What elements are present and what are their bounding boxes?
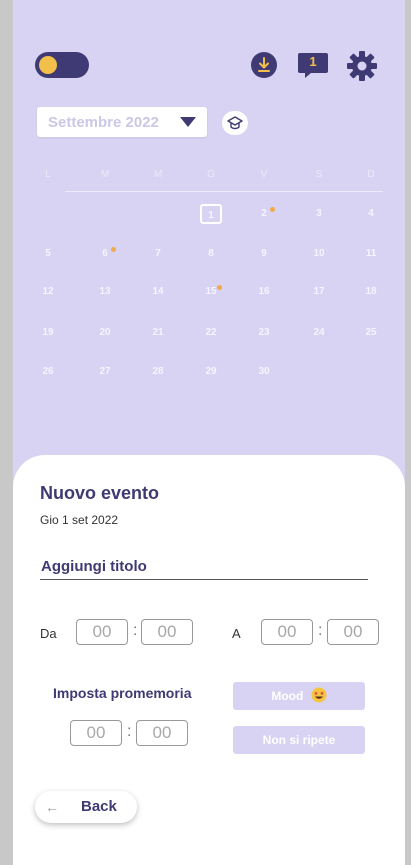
reminder-minutes-input[interactable]: 00 (136, 720, 188, 746)
gear-icon[interactable] (346, 50, 378, 82)
reminder-colon: : (127, 723, 132, 740)
mood-label: Mood (271, 689, 304, 703)
calendar-day[interactable]: 21 (146, 323, 170, 343)
month-dropdown[interactable]: Settembre 2022 (37, 107, 207, 137)
weekday-label: M (153, 169, 163, 180)
calendar-day[interactable]: 10 (307, 244, 331, 264)
star-eyes-emoji-icon (311, 687, 327, 703)
event-dot (217, 285, 222, 290)
weekday-label: L (45, 169, 51, 180)
calendar-day[interactable]: 17 (307, 282, 331, 302)
reminder-label: Imposta promemoria (53, 685, 192, 701)
event-title-input[interactable]: Aggiungi titolo (40, 555, 368, 580)
toggle-knob (39, 56, 57, 74)
calendar-day[interactable]: 3 (307, 204, 331, 224)
weekday-label: D (367, 169, 375, 180)
weekday-label: S (315, 169, 323, 180)
weekday-label: G (207, 169, 215, 180)
download-icon[interactable] (251, 52, 277, 78)
to-minutes-input[interactable]: 00 (327, 619, 379, 645)
calendar-day-today[interactable]: 1 (200, 204, 222, 224)
calendar-day[interactable]: 30 (252, 362, 276, 382)
calendar-day[interactable]: 20 (93, 323, 117, 343)
calendar-day[interactable]: 12 (36, 282, 60, 302)
weekday-label: M (100, 169, 110, 180)
calendar-day[interactable]: 16 (252, 282, 276, 302)
theme-toggle[interactable] (35, 52, 89, 78)
school-mode-button[interactable] (222, 111, 248, 135)
calendar-day[interactable]: 22 (199, 323, 223, 343)
mood-button[interactable]: Mood (233, 682, 365, 710)
calendar-day[interactable]: 29 (199, 362, 223, 382)
event-dot (270, 207, 275, 212)
event-date: Gio 1 set 2022 (40, 513, 119, 527)
calendar-day[interactable]: 7 (146, 244, 170, 264)
sheet-title: Nuovo evento (40, 483, 160, 503)
reminder-hours-input[interactable]: 00 (70, 720, 122, 746)
back-button[interactable]: ← Back (35, 791, 137, 823)
calendar-day[interactable]: 25 (359, 323, 383, 343)
event-title-placeholder: Aggiungi titolo (41, 558, 147, 575)
calendar-day[interactable]: 24 (307, 323, 331, 343)
calendar-day[interactable]: 27 (93, 362, 117, 382)
graduation-cap-icon (227, 116, 243, 130)
weekday-label: V (260, 169, 268, 180)
weekday-header: LMMGVSD (13, 169, 405, 185)
caret-down-icon (180, 117, 196, 127)
calendar-day[interactable]: 4 (359, 204, 383, 224)
arrow-left-icon: ← (45, 799, 59, 815)
repeat-button[interactable]: Non si ripete (233, 726, 365, 754)
to-colon: : (318, 622, 323, 639)
calendar-divider (65, 191, 383, 192)
month-label: Settembre 2022 (48, 114, 159, 131)
calendar-day[interactable]: 23 (252, 323, 276, 343)
calendar-day[interactable]: 5 (36, 244, 60, 264)
from-label: Da (40, 626, 57, 641)
from-minutes-input[interactable]: 00 (141, 619, 193, 645)
messages-button[interactable]: 1 (297, 51, 329, 81)
from-hours-input[interactable]: 00 (76, 619, 128, 645)
to-label: A (232, 626, 241, 641)
calendar-day[interactable]: 13 (93, 282, 117, 302)
from-colon: : (133, 622, 138, 639)
calendar-day[interactable]: 18 (359, 282, 383, 302)
calendar-day[interactable]: 9 (252, 244, 276, 264)
to-hours-input[interactable]: 00 (261, 619, 313, 645)
app-screen: 1 Settembre 2022 LMMGVSD 1 2 3 4 5 6 7 8 9 10 11 12… (13, 0, 405, 865)
new-event-sheet: Nuovo evento Gio 1 set 2022 Aggiungi tit… (13, 455, 405, 865)
back-label: Back (81, 798, 117, 815)
calendar-day[interactable]: 8 (199, 244, 223, 264)
event-dot (111, 247, 116, 252)
calendar-day[interactable]: 28 (146, 362, 170, 382)
calendar-day[interactable]: 19 (36, 323, 60, 343)
calendar-day[interactable]: 26 (36, 362, 60, 382)
calendar-day[interactable]: 14 (146, 282, 170, 302)
calendar-day[interactable]: 11 (359, 244, 383, 264)
messages-count: 1 (309, 54, 317, 69)
